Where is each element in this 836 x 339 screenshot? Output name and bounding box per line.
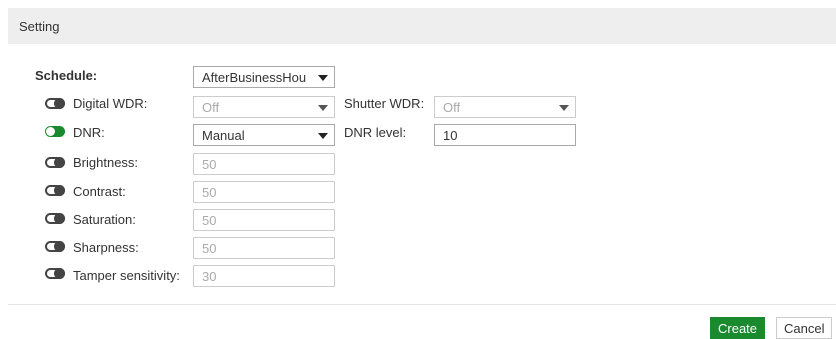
toggle-knob bbox=[54, 213, 65, 224]
dialog-title: Setting bbox=[19, 19, 60, 34]
dnr-toggle[interactable] bbox=[45, 126, 65, 137]
footer-divider bbox=[8, 304, 836, 305]
brightness-toggle[interactable] bbox=[45, 157, 65, 168]
brightness-input[interactable]: 50 bbox=[193, 153, 335, 175]
schedule-label: Schedule: bbox=[35, 68, 98, 83]
sharpness-value: 50 bbox=[202, 241, 217, 256]
shutter-wdr-value: Off bbox=[443, 100, 461, 115]
chevron-down-icon bbox=[318, 75, 328, 81]
digital-wdr-toggle[interactable] bbox=[45, 98, 65, 109]
dnr-value: Manual bbox=[202, 128, 245, 143]
saturation-label: Saturation: bbox=[73, 212, 136, 227]
saturation-toggle[interactable] bbox=[45, 213, 65, 224]
tamper-sensitivity-value: 30 bbox=[202, 269, 217, 284]
sharpness-input[interactable]: 50 bbox=[193, 237, 335, 259]
digital-wdr-label: Digital WDR: bbox=[73, 96, 148, 111]
dialog-header: Setting bbox=[8, 8, 836, 44]
tamper-sensitivity-label: Tamper sensitivity: bbox=[73, 268, 180, 283]
sharpness-toggle[interactable] bbox=[45, 241, 65, 252]
shutter-wdr-label: Shutter WDR: bbox=[344, 96, 425, 111]
brightness-label: Brightness: bbox=[73, 155, 139, 170]
saturation-input[interactable]: 50 bbox=[193, 209, 335, 231]
schedule-select[interactable]: AfterBusinessHou bbox=[193, 66, 335, 88]
dnr-level-label: DNR level: bbox=[344, 125, 407, 140]
brightness-value: 50 bbox=[202, 157, 217, 172]
create-button[interactable]: Create bbox=[710, 317, 766, 339]
sharpness-label: Sharpness: bbox=[73, 240, 139, 255]
tamper-sensitivity-toggle[interactable] bbox=[45, 268, 65, 279]
contrast-label: Contrast: bbox=[73, 184, 126, 199]
cancel-button[interactable]: Cancel bbox=[776, 317, 833, 339]
toggle-knob bbox=[46, 127, 55, 136]
shutter-wdr-select[interactable]: Off bbox=[434, 96, 576, 118]
saturation-value: 50 bbox=[202, 213, 217, 228]
dnr-label: DNR: bbox=[73, 125, 105, 140]
tamper-sensitivity-input[interactable]: 30 bbox=[193, 265, 335, 287]
toggle-knob bbox=[54, 241, 65, 252]
digital-wdr-select[interactable]: Off bbox=[193, 96, 335, 118]
contrast-input[interactable]: 50 bbox=[193, 181, 335, 203]
toggle-knob bbox=[54, 185, 65, 196]
contrast-toggle[interactable] bbox=[45, 185, 65, 196]
schedule-value: AfterBusinessHou bbox=[202, 70, 307, 85]
dnr-select[interactable]: Manual bbox=[193, 124, 335, 146]
contrast-value: 50 bbox=[202, 185, 217, 200]
chevron-down-icon bbox=[318, 133, 328, 139]
chevron-down-icon bbox=[559, 105, 569, 111]
dnr-level-input[interactable]: 10 bbox=[434, 124, 576, 146]
dnr-level-value: 10 bbox=[443, 128, 458, 143]
toggle-knob bbox=[54, 157, 65, 168]
toggle-knob bbox=[54, 268, 65, 279]
chevron-down-icon bbox=[318, 105, 328, 111]
toggle-knob bbox=[54, 98, 65, 109]
digital-wdr-value: Off bbox=[202, 100, 220, 115]
